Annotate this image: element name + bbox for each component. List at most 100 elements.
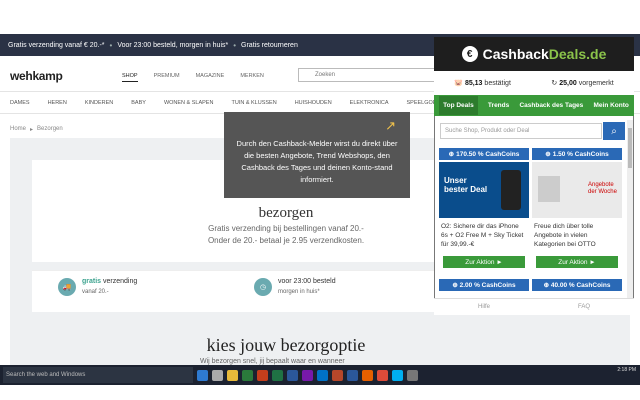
coin-icon: ⊕	[543, 282, 550, 289]
excel-icon[interactable]	[272, 369, 283, 381]
breadcrumb-current: Bezorgen	[37, 126, 63, 132]
app-icon-2[interactable]	[407, 369, 418, 381]
cashcoins-label: 40.00 % CashCoins	[550, 281, 611, 289]
taskbar-search-text: Search the web and Windows	[6, 372, 86, 378]
feature-next-day: ◷ voor 23:00 besteld morgen in huis*	[254, 277, 336, 297]
scrollbar-thumb[interactable]	[628, 128, 632, 168]
chevron-right-icon: ▸	[30, 127, 34, 133]
bullet-icon: •	[233, 40, 237, 50]
promo-item: Gratis verzending vanaf € 20.-*	[8, 41, 105, 49]
deal-description: Freue dich über tolle Angebote in vielen…	[534, 223, 596, 248]
bullet-icon: •	[109, 40, 113, 50]
truck-icon: 🚚	[58, 278, 76, 296]
cashcoins-badge: ⊕ 170.50 % CashCoins	[439, 148, 529, 160]
scrollbar[interactable]	[627, 120, 633, 298]
brand-part-a: Cashback	[482, 46, 549, 62]
edge-icon[interactable]	[197, 369, 208, 381]
category-tuin[interactable]: TUIN & KLUSSEN	[231, 100, 276, 106]
deal-search-input[interactable]: Suche Shop, Produkt oder Deal	[440, 123, 602, 139]
promo-item: Gratis retourneren	[241, 41, 298, 49]
tab-cashback-des-tages[interactable]: Cashback des Tages	[519, 102, 583, 109]
deal-card[interactable]: ⊕ 170.50 % CashCoins Unser bester Deal O2…	[439, 148, 529, 268]
folder-icon[interactable]	[227, 369, 238, 381]
category-heren[interactable]: HEREN	[48, 100, 67, 106]
feature-detail: vanaf 20.-	[82, 289, 109, 295]
skype-icon[interactable]	[392, 369, 403, 381]
onenote-icon[interactable]	[302, 369, 313, 381]
deal-search-placeholder: Suche Shop, Produkt oder Deal	[445, 128, 530, 134]
help-link[interactable]: Hilfe	[478, 304, 490, 310]
section-subtitle: Wij bezorgen snel, jij bepaalt waar en w…	[200, 358, 345, 365]
tab-top-deals[interactable]: Top Deals	[439, 96, 478, 115]
cashcoins-badge: ⊕ 1.50 % CashCoins	[532, 148, 622, 160]
taskbar: Search the web and Windows	[0, 365, 640, 385]
cashcoins-label: 170.50 % CashCoins	[456, 150, 520, 158]
search-icon: ⌕	[611, 125, 617, 137]
balance-confirmed-value: 85,13	[464, 80, 483, 87]
app-icon[interactable]	[347, 369, 358, 381]
coin-icon: ⊕	[545, 151, 551, 158]
tooltip-text: Durch den Cashback-Melder wirst du direk…	[236, 139, 398, 184]
feature-label: voor 23:00 besteld	[278, 278, 336, 285]
balance-pending-label: vorgemerkt	[578, 80, 614, 87]
feature-highlight: gratis	[82, 278, 102, 285]
chrome-icon[interactable]	[377, 369, 388, 381]
extension-brand: CashbackDeals.de	[483, 46, 607, 62]
category-baby[interactable]: BABY	[131, 100, 146, 106]
balance-pending: ↻ 25,00 vorgemerkt	[551, 80, 614, 87]
extension-tabs: Top Deals Trends Cashback des Tages Mein…	[434, 95, 634, 116]
tab-mein-konto[interactable]: Mein Konto	[594, 102, 629, 109]
cashcoins-badge[interactable]: ⊕ 40.00 % CashCoins	[532, 279, 622, 291]
cashcoins-badge[interactable]: ⊕ 2.00 % CashCoins	[439, 279, 529, 291]
nav-merken[interactable]: MERKEN	[240, 73, 264, 82]
cashcoins-label: 1.50 % CashCoins	[552, 150, 609, 158]
category-dames[interactable]: DAMES	[10, 100, 30, 106]
firefox-icon[interactable]	[362, 369, 373, 381]
coin-icon: ⊕	[448, 151, 455, 158]
deal-image-text: Unser bester Deal	[444, 176, 488, 194]
balance-pending-value: 25,00	[559, 80, 577, 87]
feature-detail: morgen in huis*	[278, 289, 320, 295]
search-input[interactable]: Zoeken	[298, 68, 438, 82]
cashback-logo-icon: €	[461, 46, 478, 62]
cashcoins-label: 2.00 % CashCoins	[459, 281, 516, 289]
promo-item: Voor 23:00 besteld, morgen in huis*	[117, 41, 229, 49]
powerpoint-icon[interactable]	[257, 369, 268, 381]
deal-image: Unser bester Deal	[439, 162, 529, 218]
deal-action-button[interactable]: Zur Aktion ►	[443, 256, 525, 268]
coin-icon: ⊕	[452, 282, 458, 289]
extension-header: € CashbackDeals.de	[434, 37, 634, 71]
feature-label: verzending	[101, 278, 138, 285]
taskbar-search[interactable]: Search the web and Windows	[3, 367, 193, 383]
faq-link[interactable]: FAQ	[578, 304, 590, 310]
balance-bar: 🐷 85,13 bestätigt ↻ 25,00 vorgemerkt	[434, 71, 634, 95]
nav-magazine[interactable]: MAGAZINE	[196, 73, 225, 82]
main-nav: SHOP PREMIUM MAGAZINE MERKEN	[122, 73, 264, 82]
category-elektronica[interactable]: ELEKTRONICA	[350, 100, 389, 106]
deal-description: O2: Sichere dir das iPhone 6s + O2 Free …	[441, 223, 524, 248]
search-button[interactable]: ⌕	[603, 122, 625, 140]
cashback-tooltip: ↗ Durch den Cashback-Melder wirst du dir…	[224, 112, 410, 198]
taskbar-clock[interactable]: 2:18 PM	[617, 367, 636, 373]
deal-card[interactable]: ⊕ 1.50 % CashCoins Angebote der Woche Fre…	[532, 148, 622, 268]
nav-premium[interactable]: PREMIUM	[154, 73, 180, 82]
deal-image-text: Angebote der Woche	[588, 182, 617, 195]
feature-free-shipping: 🚚 gratis verzending vanaf 20.-	[58, 277, 137, 297]
clock-icon: ◷	[254, 278, 272, 296]
site-logo[interactable]: wehkamp	[10, 69, 63, 83]
nav-shop[interactable]: SHOP	[122, 73, 138, 82]
tab-trends[interactable]: Trends	[488, 102, 509, 109]
category-huishouden[interactable]: HUISHOUDEN	[295, 100, 332, 106]
store-icon[interactable]	[242, 369, 253, 381]
access-icon[interactable]	[332, 369, 343, 381]
category-kinderen[interactable]: KINDEREN	[85, 100, 113, 106]
deal-action-button[interactable]: Zur Aktion ►	[536, 256, 618, 268]
brand-part-b: Deals.de	[548, 46, 607, 62]
task-view-icon[interactable]	[212, 369, 223, 381]
category-wonen[interactable]: WONEN & SLAPEN	[164, 100, 214, 106]
appliance-icon	[538, 176, 560, 202]
outlook-icon[interactable]	[317, 369, 328, 381]
extension-footer: Hilfe FAQ	[434, 298, 634, 315]
word-icon[interactable]	[287, 369, 298, 381]
breadcrumb-home[interactable]: Home	[10, 126, 26, 133]
